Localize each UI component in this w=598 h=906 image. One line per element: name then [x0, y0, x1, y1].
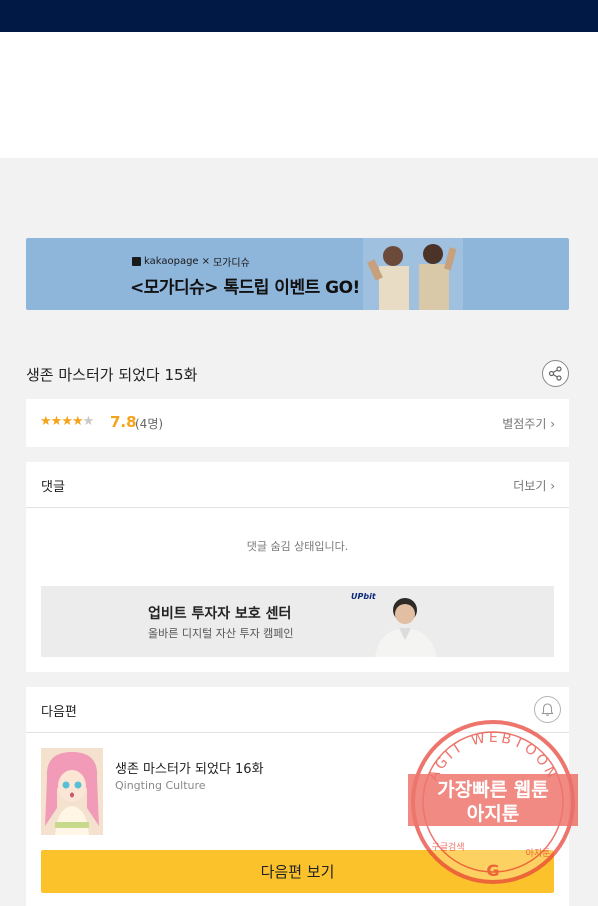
comments-hidden-message: 댓글 숨김 상태입니다.: [246, 540, 349, 553]
episode-title: 생존 마스터가 되었다 15화: [26, 366, 198, 384]
thumbnail-image: [41, 748, 103, 835]
rating-count: (4명): [135, 417, 164, 431]
banner-brand: kakaopage × 모가디슈: [132, 254, 250, 269]
next-episode-card: 다음편 생존 마스터가 되었다 16화 Qingting Culture 다음편…: [26, 687, 569, 906]
ad-subtitle: 올바른 디지털 자산 투자 캠페인: [148, 627, 294, 640]
episode-title-row: 생존 마스터가 되었다 15화: [26, 360, 569, 388]
star-icon: ★: [40, 414, 52, 429]
next-episode-header: 다음편: [26, 687, 569, 733]
banner-people-image: [363, 238, 463, 310]
top-navigation-bar: [0, 0, 598, 32]
next-episode-label: 다음편: [41, 705, 77, 720]
rating-score: 7.8: [110, 413, 137, 431]
notification-button[interactable]: [534, 696, 561, 723]
brand-separator: ×: [201, 256, 210, 267]
bell-icon: [541, 703, 554, 716]
next-episode-thumbnail[interactable]: [41, 748, 103, 835]
ad-person-image: [375, 598, 437, 657]
upbit-ad-banner[interactable]: 업비트 투자자 보호 센터 올바른 디지털 자산 투자 캠페인 UPbit: [41, 586, 554, 657]
star-icon: ★: [50, 414, 63, 429]
share-icon: [548, 366, 562, 381]
ad-title: 업비트 투자자 보호 센터: [148, 606, 292, 622]
next-episode-button[interactable]: 다음편 보기: [41, 850, 554, 893]
brand-kakao: kakaopage: [144, 256, 199, 267]
brand-partner: 모가디슈: [212, 258, 250, 269]
star-empty-icon: ★: [82, 414, 95, 429]
star-icon: ★: [71, 414, 84, 429]
comments-more-link[interactable]: 더보기 ›: [513, 477, 555, 494]
comments-label: 댓글: [41, 480, 65, 495]
share-button[interactable]: [542, 360, 569, 387]
rating-card: ★★★★★ 7.8 (4명) 별점주기 ›: [26, 399, 569, 447]
comments-card: 댓글 더보기 › 댓글 숨김 상태입니다. 업비트 투자자 보호 센터 올바른 …: [26, 462, 569, 672]
top-ad-area: [0, 32, 598, 158]
comments-header: 댓글 더보기 ›: [26, 462, 569, 508]
next-episode-author: Qingting Culture: [115, 779, 206, 792]
banner-headline: <모가디슈> 톡드립 이벤트 GO!: [130, 278, 360, 298]
rate-button[interactable]: 별점주기 ›: [502, 415, 555, 432]
next-episode-title[interactable]: 생존 마스터가 되었다 16화: [115, 758, 264, 777]
star-icon: ★: [61, 414, 73, 429]
rating-stars: ★★★★★: [40, 414, 95, 429]
kakaopage-logo-icon: [132, 257, 141, 266]
event-banner[interactable]: kakaopage × 모가디슈 <모가디슈> 톡드립 이벤트 GO!: [26, 238, 569, 310]
